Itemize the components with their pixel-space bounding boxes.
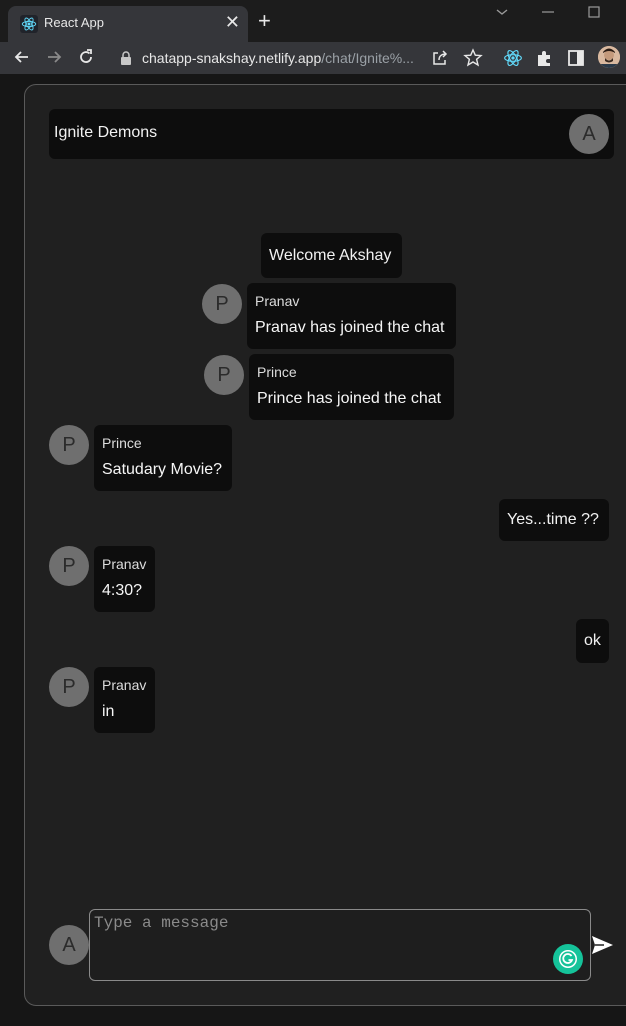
message-bubble: Pranav 4:30? <box>94 546 155 612</box>
room-name: Ignite Demons <box>54 124 158 141</box>
own-message-bubble: Yes...time ?? <box>499 499 609 541</box>
tab-title: React App <box>44 15 104 30</box>
maximize-icon[interactable] <box>586 4 602 20</box>
url-path: /chat/Ignite%... <box>321 50 414 66</box>
reload-icon[interactable] <box>76 47 96 67</box>
profile-photo-icon <box>598 46 620 68</box>
browser-titlebar: React App ✕ + <box>0 0 626 42</box>
new-tab-button[interactable]: + <box>258 9 271 33</box>
message-input[interactable] <box>90 910 578 980</box>
message-sender: Prince <box>257 364 297 380</box>
message-avatar: P <box>202 284 242 324</box>
bookmark-star-icon[interactable] <box>463 48 483 68</box>
own-message-bubble: ok <box>576 619 609 663</box>
message-sender: Pranav <box>102 556 147 572</box>
forward-arrow-icon[interactable] <box>44 47 64 67</box>
message-bubble: Pranav Pranav has joined the chat <box>247 283 456 349</box>
message-text: Satudary Movie? <box>102 461 223 478</box>
message-text: 4:30? <box>102 582 143 599</box>
minimize-icon[interactable] <box>540 4 556 20</box>
tab-close-button[interactable]: ✕ <box>225 12 240 32</box>
lock-icon[interactable] <box>120 51 132 65</box>
grammarly-icon <box>559 950 577 968</box>
message-text: in <box>102 703 115 720</box>
message-text: Yes...time ?? <box>507 511 599 528</box>
extensions-puzzle-icon[interactable] <box>535 48 555 68</box>
message-bubble: Pranav in <box>94 667 155 733</box>
message-avatar: P <box>49 425 89 465</box>
send-icon[interactable] <box>590 933 614 957</box>
tab-search-icon[interactable] <box>494 4 510 20</box>
message-sender: Prince <box>102 435 142 451</box>
message-bubble: Prince Satudary Movie? <box>94 425 232 491</box>
composer-user-avatar: A <box>49 925 89 965</box>
back-arrow-icon[interactable] <box>12 47 32 67</box>
message-text: Prince has joined the chat <box>257 390 442 407</box>
welcome-message: Welcome Akshay <box>261 233 402 278</box>
profile-avatar[interactable] <box>598 46 620 68</box>
header-user-avatar[interactable]: A <box>569 114 609 154</box>
chat-header: Ignite Demons A <box>49 109 614 159</box>
message-avatar: P <box>204 355 244 395</box>
side-panel-icon[interactable] <box>566 48 586 68</box>
url-domain: chatapp-snakshay.netlify.app <box>142 50 322 66</box>
message-input-box[interactable] <box>89 909 591 981</box>
grammarly-button[interactable] <box>553 944 583 974</box>
message-avatar: P <box>49 667 89 707</box>
message-bubble: Prince Prince has joined the chat <box>249 354 454 420</box>
message-sender: Pranav <box>102 677 147 693</box>
address-bar[interactable]: chatapp-snakshay.netlify.app/chat/Ignite… <box>142 50 418 66</box>
share-icon[interactable] <box>430 48 450 68</box>
message-text: ok <box>584 632 601 649</box>
browser-tab[interactable]: React App ✕ <box>8 6 248 42</box>
message-avatar: P <box>49 546 89 586</box>
chat-container: Ignite Demons A Welcome Akshay P Pranav … <box>24 84 626 1006</box>
react-icon <box>20 15 38 33</box>
browser-toolbar: chatapp-snakshay.netlify.app/chat/Ignite… <box>0 42 626 74</box>
message-sender: Pranav <box>255 293 300 309</box>
react-devtools-icon[interactable] <box>503 48 523 68</box>
message-text: Pranav has joined the chat <box>255 319 445 336</box>
welcome-text: Welcome Akshay <box>269 246 392 264</box>
